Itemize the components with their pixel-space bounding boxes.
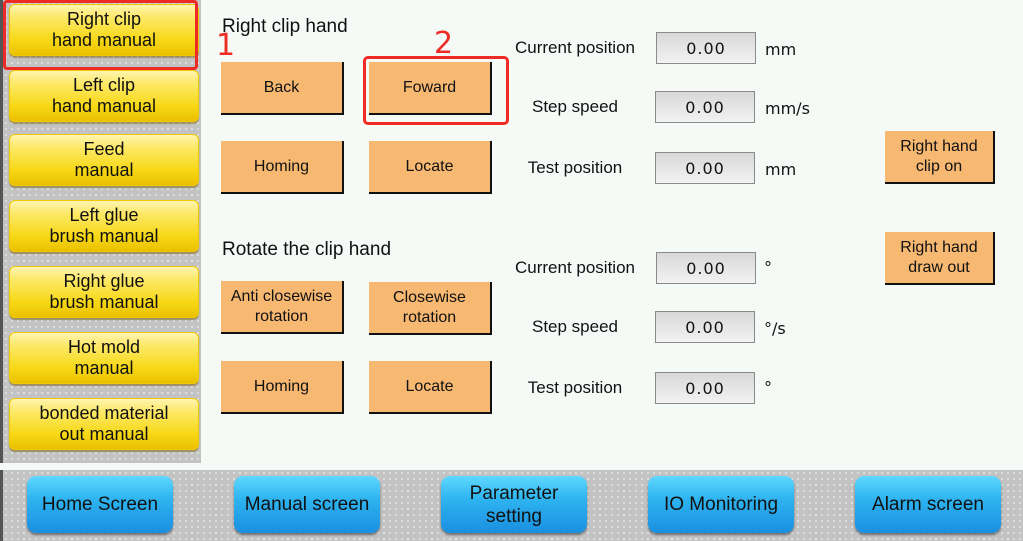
right-hand-clip-on-button[interactable]: Right hand clip on xyxy=(885,131,995,184)
current-position-field: 0.00 xyxy=(656,32,756,64)
clockwise-rotation-button[interactable]: Closewise rotation xyxy=(369,282,492,335)
rotate-step-speed-field[interactable]: 0.00 xyxy=(655,311,755,343)
sidebar-item-left-clip-hand-manual[interactable]: Left clip hand manual xyxy=(9,70,199,122)
rotate-step-speed-label: Step speed xyxy=(531,317,618,336)
current-position-label: Current position xyxy=(514,38,635,57)
nav-parameter-setting-button[interactable]: Parameter setting xyxy=(441,476,587,533)
nav-alarm-screen-button[interactable]: Alarm screen xyxy=(855,476,1001,533)
test-position-label: Test position xyxy=(527,158,623,177)
rotate-test-position-field[interactable]: 0.00 xyxy=(655,372,755,404)
rotate-test-position-label: Test position xyxy=(527,378,623,397)
sidebar-item-hot-mold-manual[interactable]: Hot mold manual xyxy=(9,332,199,384)
annotation-number-2: 2 xyxy=(434,26,454,61)
step-speed-field[interactable]: 0.00 xyxy=(655,91,755,123)
rotate-current-position-label: Current position xyxy=(514,258,635,277)
rotate-current-position-field: 0.00 xyxy=(656,252,756,284)
back-button[interactable]: Back xyxy=(221,62,344,115)
sidebar-item-right-glue-brush-manual[interactable]: Right glue brush manual xyxy=(9,266,199,318)
test-position-unit: mm xyxy=(765,160,797,179)
step-speed-unit: mm/s xyxy=(765,99,810,118)
sidebar-item-bonded-material-out-manual[interactable]: bonded material out manual xyxy=(9,398,199,450)
right-hand-draw-out-button[interactable]: Right hand draw out xyxy=(885,232,995,285)
nav-manual-screen-button[interactable]: Manual screen xyxy=(234,476,380,533)
nav-home-screen-button[interactable]: Home Screen xyxy=(27,476,173,533)
section-title-rotate-clip-hand: Rotate the clip hand xyxy=(222,239,392,260)
sidebar: Right clip hand manual Left clip hand ma… xyxy=(0,0,201,463)
nav-io-monitoring-button[interactable]: IO Monitoring xyxy=(648,476,794,533)
rotate-step-speed-unit: °/s xyxy=(764,319,786,338)
rotate-test-position-unit: ° xyxy=(764,378,772,397)
sidebar-item-right-clip-hand-manual[interactable]: Right clip hand manual xyxy=(9,4,199,56)
forward-button[interactable]: Foward xyxy=(369,62,492,115)
step-speed-label: Step speed xyxy=(531,97,618,116)
homing-button[interactable]: Homing xyxy=(221,141,344,194)
rotate-locate-button[interactable]: Locate xyxy=(369,361,492,414)
anti-clockwise-rotation-button[interactable]: Anti closewise rotation xyxy=(221,281,344,334)
test-position-field[interactable]: 0.00 xyxy=(655,152,755,184)
divider xyxy=(0,463,1023,470)
rotate-current-position-unit: ° xyxy=(764,258,772,277)
current-position-unit: mm xyxy=(765,40,797,59)
sidebar-item-left-glue-brush-manual[interactable]: Left glue brush manual xyxy=(9,200,199,252)
locate-button[interactable]: Locate xyxy=(369,141,492,194)
section-title-right-clip-hand: Right clip hand xyxy=(222,16,348,37)
sidebar-item-feed-manual[interactable]: Feed manual xyxy=(9,134,199,186)
rotate-homing-button[interactable]: Homing xyxy=(221,361,344,414)
